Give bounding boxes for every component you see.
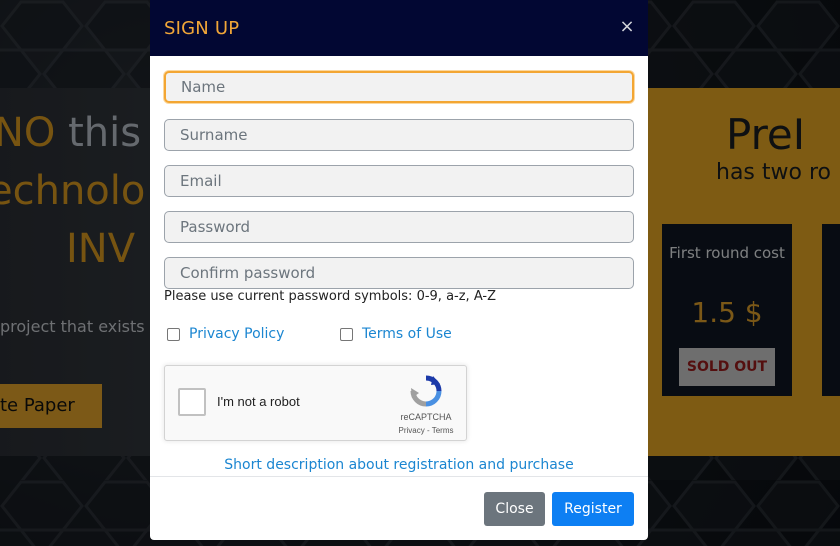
recaptcha-checkbox[interactable] [178,388,206,416]
signup-modal: SIGN UP × Please use current password sy… [150,0,648,540]
terms-of-use-checkbox[interactable] [340,327,353,341]
password-hint: Please use current password symbols: 0-9… [164,289,497,304]
close-icon[interactable]: × [618,16,636,38]
recaptcha-privacy-terms[interactable]: Privacy - Terms [391,426,461,435]
recaptcha-label: I'm not a robot [217,394,300,409]
privacy-policy-checkbox[interactable] [167,327,180,341]
recaptcha-widget: I'm not a robot reCAPTCHA Privacy - Term… [164,365,467,441]
email-input[interactable] [164,165,634,197]
close-button[interactable]: Close [484,492,545,526]
register-button[interactable]: Register [552,492,634,526]
recaptcha-logo-icon [410,375,442,407]
privacy-policy-link[interactable]: Privacy Policy [189,326,284,342]
modal-footer: Close Register [150,476,648,540]
modal-title: SIGN UP [164,18,240,39]
surname-input[interactable] [164,119,634,151]
name-input[interactable] [164,71,634,103]
privacy-policy-row: Privacy Policy [167,325,284,343]
registration-description-link[interactable]: Short description about registration and… [150,457,648,473]
terms-of-use-link[interactable]: Terms of Use [362,326,452,342]
confirm-password-input[interactable] [164,257,634,289]
password-input[interactable] [164,211,634,243]
terms-of-use-row: Terms of Use [340,325,452,343]
modal-header: SIGN UP × [150,0,648,56]
recaptcha-brand: reCAPTCHA [400,412,452,422]
